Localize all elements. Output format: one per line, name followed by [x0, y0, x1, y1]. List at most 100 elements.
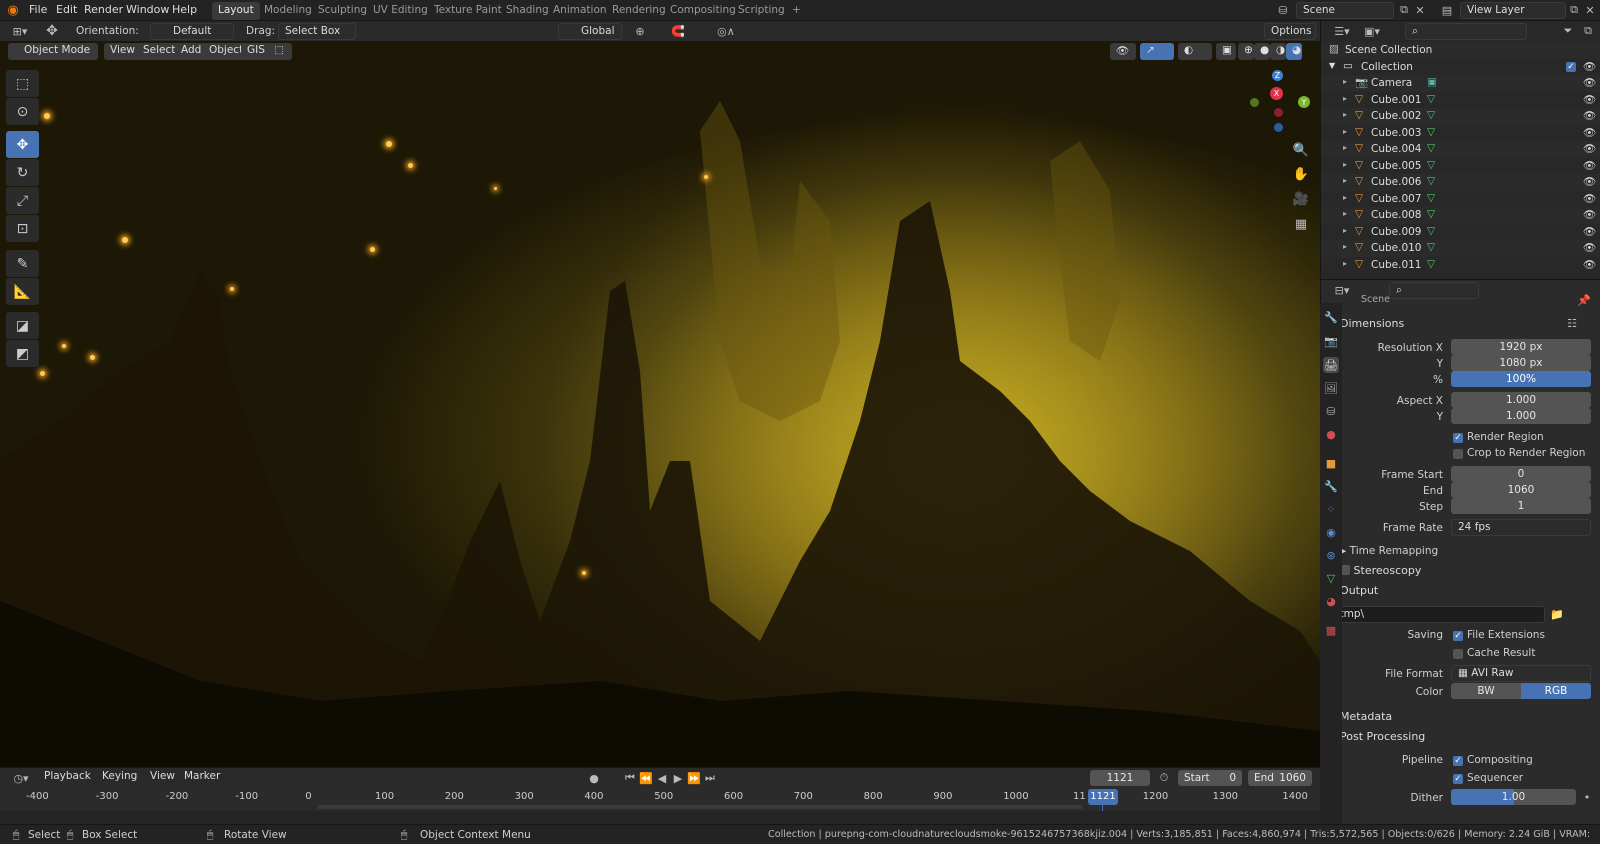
resolution-pct-slider[interactable]: 100%	[1451, 371, 1591, 387]
stopwatch-icon[interactable]: ⏱	[1156, 770, 1172, 786]
expand-arrow-icon[interactable]: ▸	[1343, 94, 1347, 103]
add-cube-tool-icon[interactable]: ◪	[6, 312, 39, 339]
tab-rendering[interactable]: Rendering	[606, 2, 672, 20]
visibility-eye-icon[interactable]: 👁	[1583, 241, 1596, 254]
outliner-item-mesh[interactable]: ▸ ▽ Cube.001 ▽ 👁	[1321, 92, 1600, 109]
material-shading-icon[interactable]: ◑	[1270, 43, 1286, 60]
aspect-x-field[interactable]: 1.000	[1451, 392, 1591, 408]
scene-collection-row[interactable]: ▨ Scene Collection	[1321, 42, 1600, 59]
data-tab-icon[interactable]: ▽	[1323, 570, 1339, 586]
add-workspace-button[interactable]: +	[786, 2, 807, 20]
visibility-eye-icon[interactable]: 👁	[1583, 93, 1596, 106]
frame-start-field[interactable]: 0	[1451, 466, 1591, 482]
menu-help[interactable]: Help	[172, 3, 197, 16]
outliner-item-mesh[interactable]: ▸ ▽ Cube.003 ▽ 👁	[1321, 125, 1600, 142]
expand-arrow-icon[interactable]: ▸	[1343, 160, 1347, 169]
visibility-eye-icon[interactable]: 👁	[1583, 208, 1596, 221]
expand-arrow-icon[interactable]: ▼	[1329, 61, 1335, 70]
expand-arrow-icon[interactable]: ▸	[1343, 242, 1347, 251]
aspect-y-field[interactable]: 1.000	[1451, 408, 1591, 424]
add-plane-tool-icon[interactable]: ◩	[6, 340, 39, 367]
frame-step-field[interactable]: 1	[1451, 498, 1591, 514]
marker-menu[interactable]: Marker	[178, 769, 226, 786]
outliner-item-mesh[interactable]: ▸ ▽ Cube.009 ▽ 👁	[1321, 224, 1600, 241]
gis-menu[interactable]: GIS	[241, 43, 271, 60]
gizmo-neg-x-axis[interactable]	[1274, 108, 1283, 117]
outliner-search-input[interactable]: ⌕	[1405, 23, 1527, 40]
particles-tab-icon[interactable]: ⁘	[1323, 501, 1339, 517]
mesh-data-icon[interactable]: ▽	[1427, 93, 1435, 105]
expand-arrow-icon[interactable]: ▸	[1343, 77, 1347, 86]
props-search-input[interactable]: ⌕	[1389, 282, 1479, 299]
new-view-layer-icon[interactable]: ⧉	[1566, 2, 1582, 18]
move-tool-icon[interactable]: ✥	[6, 131, 39, 158]
tab-scripting[interactable]: Scripting	[732, 2, 791, 20]
visibility-eye-icon[interactable]: 👁	[1583, 60, 1596, 73]
tab-layout[interactable]: Layout	[212, 2, 260, 20]
transform-tool-icon[interactable]: ⊡	[6, 215, 39, 242]
render-region-checkbox[interactable]: ✓	[1453, 433, 1463, 443]
display-mode-icon[interactable]: ▣▾	[1359, 23, 1385, 39]
tab-uv-editing[interactable]: UV Editing	[367, 2, 434, 20]
playhead-marker[interactable]: 1121	[1088, 789, 1118, 805]
snap-icon[interactable]: 🧲	[658, 23, 698, 39]
rendered-shading-icon[interactable]: ◕	[1286, 43, 1302, 60]
delete-view-layer-icon[interactable]: ✕	[1582, 2, 1598, 18]
folder-icon[interactable]: 📁	[1547, 606, 1567, 623]
gizmo-toggle-icon[interactable]: ↗	[1140, 43, 1174, 60]
sequencer-checkbox[interactable]: ✓	[1453, 774, 1463, 784]
outliner-item-mesh[interactable]: ▸ ▽ Cube.008 ▽ 👁	[1321, 207, 1600, 224]
mesh-data-icon[interactable]: ▽	[1427, 142, 1435, 154]
overlay-icon[interactable]: ◐	[1178, 43, 1212, 60]
jump-keyframe-forward-icon[interactable]: ⏩	[686, 770, 702, 786]
camera-data-icon[interactable]: ▣	[1427, 76, 1437, 88]
outliner-item-mesh[interactable]: ▸ ▽ Cube.004 ▽ 👁	[1321, 141, 1600, 158]
camera-view-icon[interactable]: 🎥	[1290, 188, 1312, 210]
expand-arrow-icon[interactable]: ▸	[1343, 127, 1347, 136]
tab-animation[interactable]: Animation	[547, 2, 613, 20]
mesh-data-icon[interactable]: ▽	[1427, 225, 1435, 237]
collection-row[interactable]: ▼ ▭ Collection ✓ 👁	[1321, 59, 1600, 76]
current-frame-field[interactable]: 1121	[1090, 770, 1150, 786]
view-menu[interactable]: View	[104, 43, 141, 60]
outliner-item-mesh[interactable]: ▸ ▽ Cube.010 ▽ 👁	[1321, 240, 1600, 257]
scene-tab-icon[interactable]: ⛁	[1323, 403, 1339, 419]
visibility-eye-icon[interactable]: 👁	[1583, 175, 1596, 188]
view-layer-field[interactable]: View Layer	[1460, 2, 1566, 19]
cache-result-checkbox[interactable]	[1453, 649, 1463, 659]
gizmo-x-axis[interactable]: X	[1270, 87, 1283, 100]
drag-dropdown[interactable]: Select Box	[278, 23, 356, 40]
mesh-data-icon[interactable]: ▽	[1427, 126, 1435, 138]
object-tab-icon[interactable]: ■	[1323, 455, 1339, 471]
transform-gizmo-icon[interactable]: ✥	[42, 23, 62, 39]
file-format-dropdown[interactable]: ▦ AVI Raw	[1451, 665, 1591, 682]
expand-arrow-icon[interactable]: ▸	[1343, 259, 1347, 268]
proportional-icon[interactable]: ◎∧	[706, 23, 746, 39]
post-processing-header[interactable]: ▾ Post Processing	[1331, 730, 1425, 743]
modifier-tab-icon[interactable]: 🔧	[1323, 478, 1339, 494]
constraints-tab-icon[interactable]: ⊛	[1323, 547, 1339, 563]
menu-edit[interactable]: Edit	[56, 3, 77, 16]
gizmo-y-axis[interactable]: Y	[1298, 96, 1310, 108]
tab-modeling[interactable]: Modeling	[258, 2, 318, 20]
timeline-scrollbar[interactable]	[0, 811, 1320, 824]
expand-arrow-icon[interactable]: ▸	[1343, 209, 1347, 218]
mesh-data-icon[interactable]: ▽	[1427, 241, 1435, 253]
output-tab-icon[interactable]: 🖨	[1323, 357, 1339, 373]
color-bw-button[interactable]: BW	[1451, 683, 1521, 699]
jump-end-icon[interactable]: ⏭	[702, 770, 718, 786]
menu-file[interactable]: File	[29, 3, 47, 16]
play-reverse-icon[interactable]: ◀	[654, 770, 670, 786]
jump-start-icon[interactable]: ⏮	[622, 770, 638, 786]
compositing-checkbox[interactable]: ✓	[1453, 756, 1463, 766]
filter-icon[interactable]: ⏷	[1557, 23, 1579, 39]
menu-render[interactable]: Render	[84, 3, 123, 16]
3d-viewport[interactable]: Object Mode View Select Add Object GIS ⬚…	[0, 41, 1320, 767]
outliner-item-camera[interactable]: ▸ 📷 Camera ▣ 👁	[1321, 75, 1600, 92]
playback-menu[interactable]: Playback	[38, 769, 97, 786]
outliner-editor-type-icon[interactable]: ☰▾	[1329, 23, 1355, 39]
jump-keyframe-back-icon[interactable]: ⏪	[638, 770, 654, 786]
mesh-data-icon[interactable]: ▽	[1427, 159, 1435, 171]
texture-tab-icon[interactable]: ▩	[1323, 622, 1339, 638]
expand-arrow-icon[interactable]: ▸	[1343, 193, 1347, 202]
